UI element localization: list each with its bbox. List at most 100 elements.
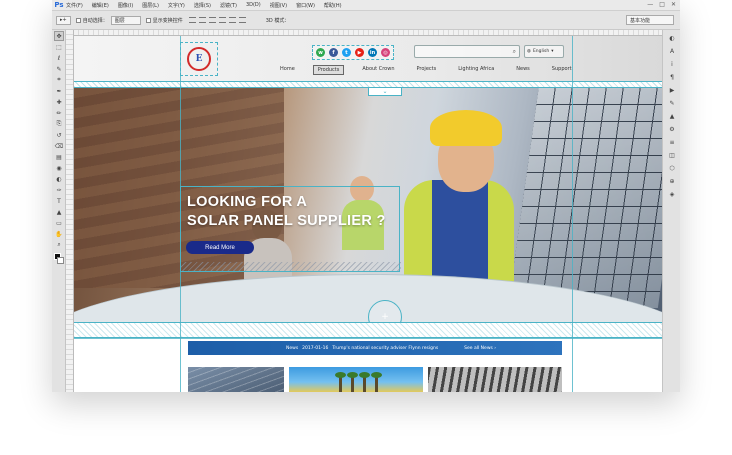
move-tool-icon[interactable]: ✥: [54, 31, 64, 41]
panel-button-icon[interactable]: A: [667, 46, 677, 56]
collapse-tab[interactable]: ⌄: [368, 88, 402, 96]
menu-file[interactable]: 文件(F): [66, 2, 83, 9]
nav-projects[interactable]: Projects: [417, 65, 437, 75]
dodge-tool-icon[interactable]: ◐: [54, 174, 64, 184]
nav-about[interactable]: About Crown: [362, 65, 394, 75]
panel-button-icon[interactable]: ⚙: [667, 124, 677, 134]
menu-window[interactable]: 窗口(W): [296, 2, 315, 9]
show-transform-checkbox[interactable]: [145, 17, 151, 23]
nav-support[interactable]: Support: [552, 65, 572, 75]
3d-mode-label: 3D 模式：: [265, 17, 290, 24]
auto-select-value: 图层: [114, 17, 125, 24]
blur-tool-icon[interactable]: ◉: [54, 163, 64, 173]
eraser-tool-icon[interactable]: ⌫: [54, 141, 64, 151]
youtube-icon[interactable]: ▶: [355, 48, 364, 57]
brush-tool-icon[interactable]: ✏: [54, 108, 64, 118]
hand-tool-icon[interactable]: ✋: [54, 229, 64, 239]
close-icon[interactable]: ✕: [671, 1, 676, 8]
crop-tool-icon[interactable]: ⌗: [54, 75, 64, 85]
nav-lighting-africa[interactable]: Lighting Africa: [458, 65, 494, 75]
panel-button-icon[interactable]: ⊕: [667, 176, 677, 186]
read-more-button[interactable]: Read More: [186, 241, 254, 254]
chevron-down-icon: ▾: [551, 49, 554, 54]
panel-button-icon[interactable]: ¶: [667, 72, 677, 82]
align-top-icon[interactable]: [188, 17, 196, 23]
auto-select-checkbox[interactable]: [75, 17, 81, 23]
product-card-image[interactable]: [428, 367, 562, 392]
align-bottom-icon[interactable]: [208, 17, 216, 23]
auto-select-dropdown[interactable]: 图层: [110, 15, 141, 25]
news-date: 2017-01-16: [302, 345, 329, 351]
guide-line[interactable]: [74, 322, 662, 323]
quick-select-tool-icon[interactable]: ✎: [54, 64, 64, 74]
maximize-icon[interactable]: □: [659, 1, 665, 8]
panel-button-icon[interactable]: ✎: [667, 98, 677, 108]
nav-home[interactable]: Home: [280, 65, 295, 75]
window-controls: — □ ✕: [647, 1, 676, 8]
align-left-icon[interactable]: [218, 17, 226, 23]
workspace-value: 基本功能: [630, 17, 651, 24]
wechat-icon[interactable]: w: [316, 48, 325, 57]
news-headline[interactable]: Trump's national security adviser Flynn …: [332, 346, 438, 351]
clone-stamp-tool-icon[interactable]: ⎘: [54, 119, 64, 129]
linkedin-icon[interactable]: in: [368, 48, 377, 57]
see-all-news-link[interactable]: See all News ›: [464, 346, 496, 351]
guide-line[interactable]: [74, 338, 662, 339]
marquee-tool-icon[interactable]: ⬚: [54, 42, 64, 52]
menu-select[interactable]: 选择(S): [194, 2, 211, 9]
panel-button-icon[interactable]: ≡: [667, 137, 677, 147]
lasso-tool-icon[interactable]: ℓ: [54, 53, 64, 63]
pen-tool-icon[interactable]: ✑: [54, 185, 64, 195]
nav-products[interactable]: Products: [312, 65, 345, 75]
panel-button-icon[interactable]: ▲: [667, 111, 677, 121]
align-right-icon[interactable]: [238, 17, 246, 23]
workspace-switcher[interactable]: 基本功能: [626, 15, 674, 25]
panel-button-icon[interactable]: ◈: [667, 189, 677, 199]
gradient-tool-icon[interactable]: ▤: [54, 152, 64, 162]
menu-view[interactable]: 视图(V): [270, 2, 287, 9]
nav-news[interactable]: News: [516, 65, 530, 75]
panel-button-icon[interactable]: ▶: [667, 85, 677, 95]
crown-logo-icon: E: [187, 47, 211, 71]
path-select-tool-icon[interactable]: ▲: [54, 207, 64, 217]
panel-button-icon[interactable]: ⬡: [667, 163, 677, 173]
align-middle-icon[interactable]: [198, 17, 206, 23]
product-card-image[interactable]: [188, 367, 284, 392]
language-select[interactable]: ◍ English ▾: [524, 45, 564, 58]
panel-button-icon[interactable]: ◫: [667, 150, 677, 160]
shape-tool-icon[interactable]: ▭: [54, 218, 64, 228]
eyedropper-tool-icon[interactable]: ✒: [54, 86, 64, 96]
instagram-icon[interactable]: ◎: [381, 48, 390, 57]
menu-type[interactable]: 文字(Y): [168, 2, 185, 9]
document-canvas[interactable]: E w f t ▶ in ◎ ⌕ ◍ English ▾ Home Products Ab…: [74, 36, 662, 392]
twitter-icon[interactable]: t: [342, 48, 351, 57]
menu-bar: Ps 文件(F) 编辑(E) 图像(I) 图层(L) 文字(Y) 选择(S) 滤…: [52, 0, 680, 11]
minimize-icon[interactable]: —: [647, 1, 653, 8]
menu-help[interactable]: 帮助(H): [324, 2, 342, 9]
news-label: News: [286, 345, 299, 351]
site-logo[interactable]: E: [180, 42, 218, 76]
menu-image[interactable]: 图像(I): [118, 2, 133, 9]
chevron-down-icon: ⌄: [382, 88, 388, 95]
menu-3d[interactable]: 3D(D): [246, 2, 261, 8]
panel-button-icon[interactable]: ◐: [667, 33, 677, 43]
zoom-tool-icon[interactable]: ⌕: [54, 240, 64, 250]
photoshop-window: Ps 文件(F) 编辑(E) 图像(I) 图层(L) 文字(Y) 选择(S) 滤…: [52, 0, 680, 392]
healing-brush-tool-icon[interactable]: ✚: [54, 97, 64, 107]
vertical-ruler[interactable]: [66, 30, 74, 392]
search-input[interactable]: ⌕: [414, 45, 520, 58]
social-icons: w f t ▶ in ◎: [312, 45, 394, 60]
type-tool-icon[interactable]: T: [54, 196, 64, 206]
hero-text-box: LOOKING FOR A SOLAR PANEL SUPPLIER ? Rea…: [180, 186, 401, 272]
menu-edit[interactable]: 编辑(E): [92, 2, 109, 9]
background-color-swatch[interactable]: [57, 257, 64, 264]
history-brush-tool-icon[interactable]: ↺: [54, 130, 64, 140]
panel-button-icon[interactable]: i: [667, 59, 677, 69]
product-card-image[interactable]: [289, 367, 423, 392]
menu-layer[interactable]: 图层(L): [142, 2, 159, 9]
search-icon[interactable]: ⌕: [513, 48, 516, 56]
tool-preset-picker[interactable]: ▸+: [56, 15, 71, 25]
menu-filter[interactable]: 滤镜(T): [220, 2, 237, 9]
facebook-icon[interactable]: f: [329, 48, 338, 57]
align-center-icon[interactable]: [228, 17, 236, 23]
